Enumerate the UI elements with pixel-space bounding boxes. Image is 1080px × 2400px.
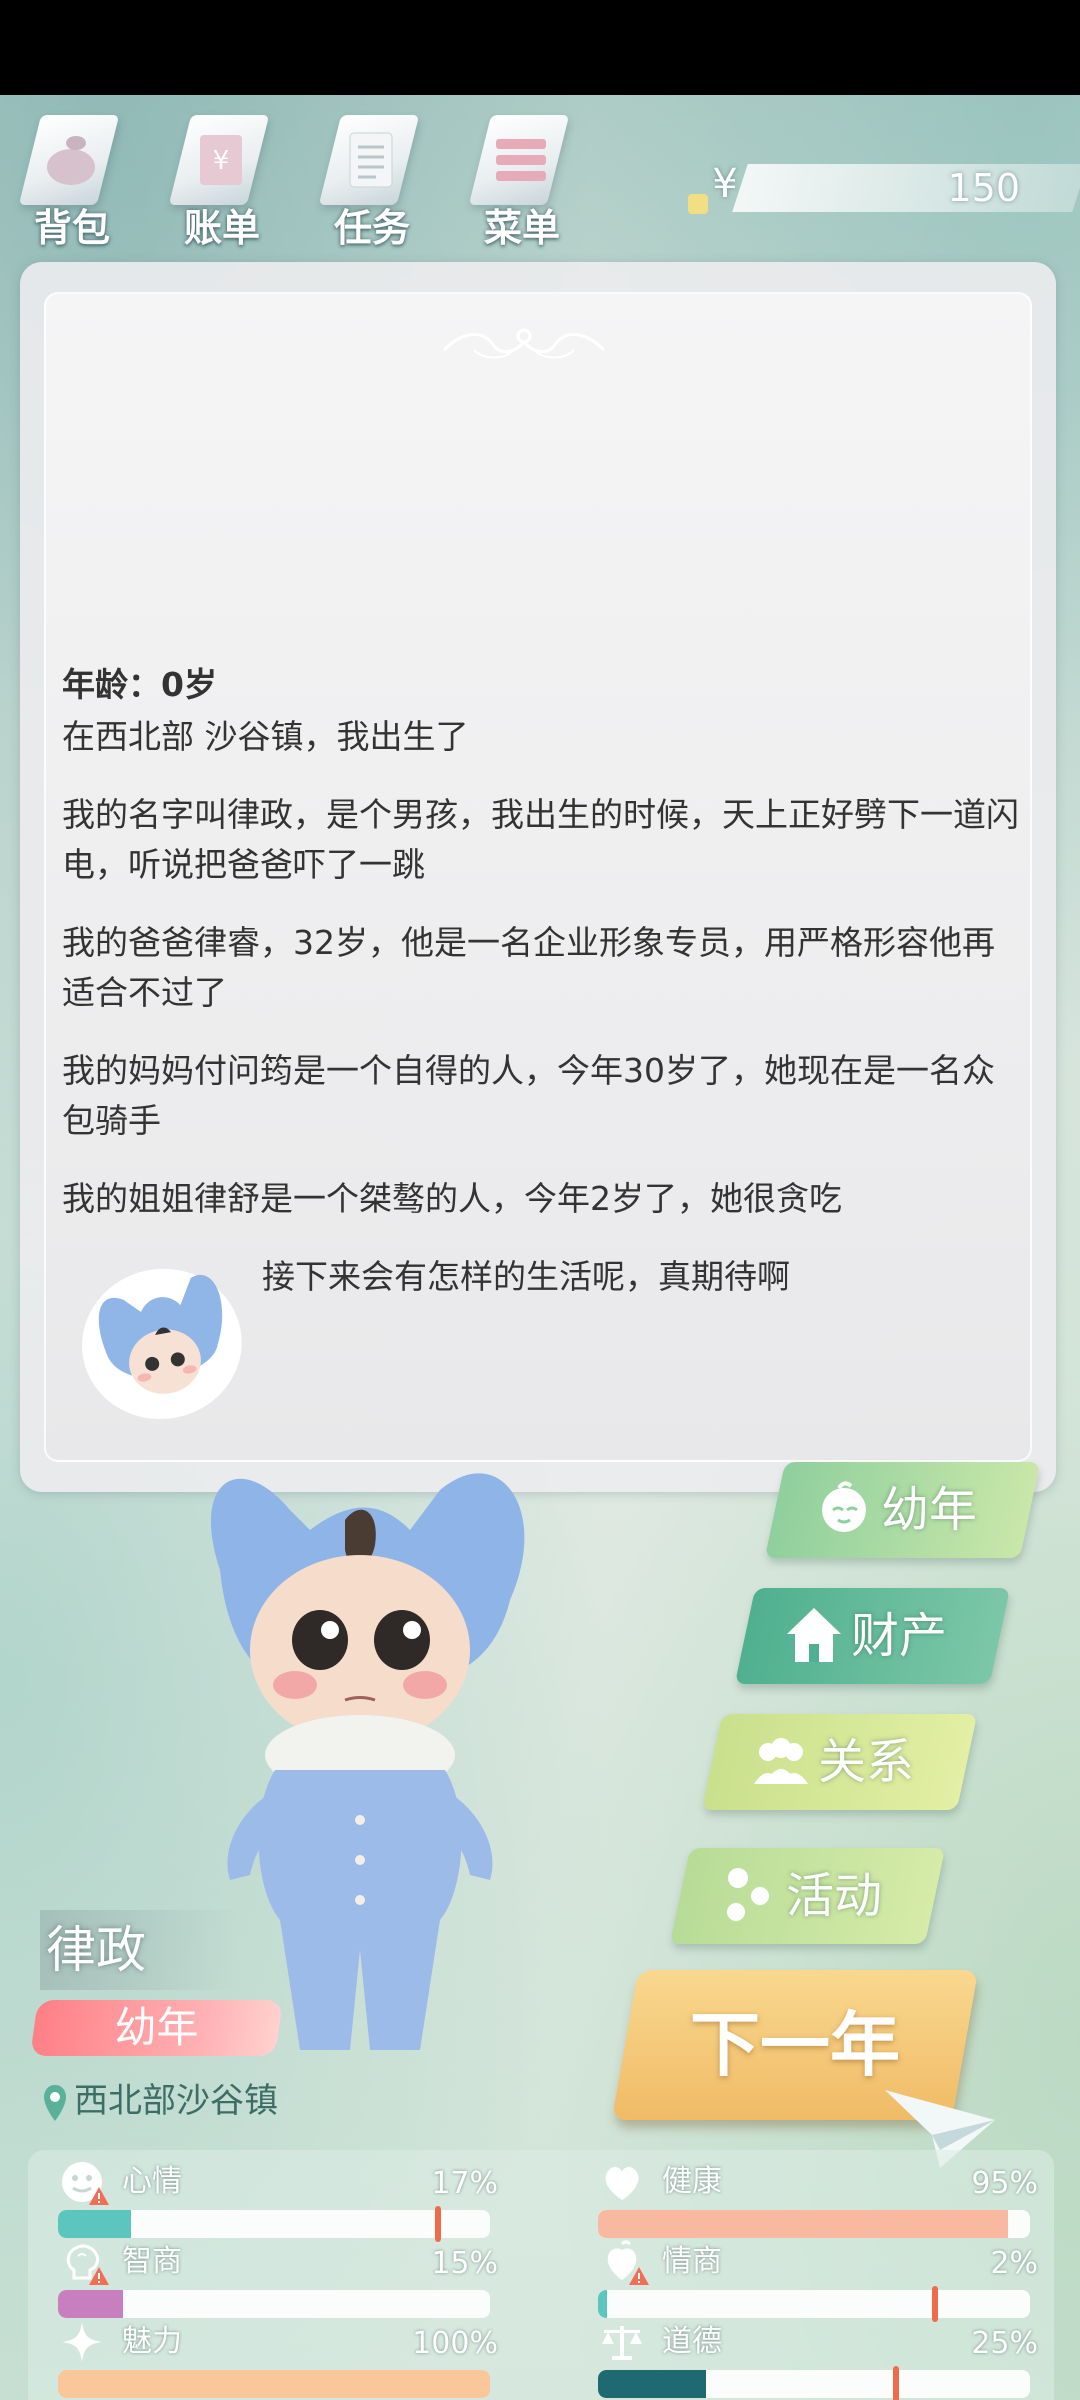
- warning-icon: [629, 2267, 649, 2285]
- money-display: ¥ 150: [688, 160, 1080, 216]
- money-bar: [732, 164, 1080, 212]
- stat-value: 17%: [431, 2166, 498, 2201]
- story-paragraph: 在西北部 沙谷镇，我出生了: [62, 717, 469, 756]
- property-button[interactable]: 财产: [734, 1588, 1011, 1684]
- stat-bar: [58, 2370, 490, 2398]
- stat-value: 2%: [990, 2246, 1038, 2281]
- location-pin-icon: [44, 2084, 66, 2121]
- heart-icon: [605, 2167, 639, 2200]
- menu-task-label: 任务: [334, 206, 411, 250]
- activity-icon: [727, 1868, 769, 1921]
- closing-text: 接下来会有怎样的生活呢，真期待啊: [262, 1257, 790, 1296]
- activity-button-label: 活动: [786, 1868, 883, 1924]
- menu-bag-label: 背包: [34, 206, 111, 250]
- activity-button[interactable]: 活动: [669, 1848, 946, 1944]
- stat-mood: 心情 17%: [58, 2158, 498, 2242]
- game-scene: 背包 ¥ 账单 任务 菜单 ¥ 150 年龄：0岁 在西北部 沙谷镇，我出生了 …: [0, 0, 1080, 2400]
- stat-bar-fill: [58, 2370, 490, 2398]
- stat-bar: [598, 2370, 1030, 2398]
- stats-panel: 心情 17% 健康 95% 智商 15% 情商 2% 魅力 100% 道德 25…: [28, 2150, 1054, 2400]
- stat-bar: [598, 2210, 1030, 2238]
- stat-label: 魅力: [122, 2324, 182, 2359]
- people-icon: [754, 1738, 808, 1784]
- scale-icon: [602, 2326, 642, 2360]
- stat-label: 智商: [122, 2244, 182, 2279]
- menu-bill-label: 账单: [184, 206, 261, 250]
- stat-bar: [58, 2290, 490, 2318]
- bag-icon: [47, 136, 95, 185]
- menu-bag-button[interactable]: 背包: [0, 105, 140, 250]
- character-name: 律政: [40, 1910, 240, 1990]
- menu-menu-label: 菜单: [484, 206, 561, 250]
- stat-bar-fill: [598, 2370, 706, 2398]
- stat-health: 健康 95%: [598, 2158, 1038, 2238]
- stat-marker: [893, 2366, 900, 2400]
- relationship-button-label: 关系: [818, 1734, 915, 1790]
- stat-morality: 道德 25%: [598, 2318, 1038, 2400]
- location: 西北部沙谷镇: [42, 2076, 278, 2126]
- stat-value: 25%: [971, 2326, 1038, 2361]
- stat-iq: 智商 15%: [58, 2238, 498, 2318]
- warning-icon: [89, 2267, 109, 2285]
- stat-label: 道德: [662, 2324, 722, 2359]
- stat-charm: 魅力 100%: [58, 2318, 498, 2398]
- menu-icon: [496, 139, 546, 181]
- baby-face-icon: [822, 1481, 866, 1532]
- age-line: 年龄：0岁: [62, 665, 217, 704]
- stat-marker: [931, 2286, 938, 2322]
- stat-label: 心情: [122, 2164, 182, 2199]
- stat-value: 15%: [431, 2246, 498, 2281]
- stat-label: 情商: [662, 2244, 722, 2279]
- story-paragraph: 我的姐姐律舒是一个桀骜的人，今年2岁了，她很贪吃: [62, 1179, 842, 1218]
- avatar-sticker: [82, 1268, 242, 1420]
- relationship-button[interactable]: 关系: [701, 1714, 978, 1810]
- house-icon: [787, 1608, 841, 1662]
- money-amount: 150: [947, 166, 1020, 210]
- menu-menu-button[interactable]: 菜单: [450, 105, 590, 250]
- story-paragraph: 我的名字叫律政，是个男孩，我出生的时候，天上正好劈下一道闪电，听说把爸爸吓了一跳: [62, 795, 1019, 884]
- sparkle-icon: [62, 2322, 102, 2362]
- stat-bar-fill: [598, 2290, 607, 2318]
- stat-bar: [598, 2290, 1030, 2318]
- life-stage-label: 幼年: [114, 2003, 199, 2052]
- stat-bar-fill: [598, 2210, 1009, 2238]
- stat-label: 健康: [662, 2164, 722, 2199]
- yen-icon: ¥: [712, 161, 738, 207]
- warning-icon: [89, 2187, 109, 2205]
- story-paragraph: 我的爸爸律睿，32岁，他是一名企业形象专员，用严格形容他再适合不过了: [62, 923, 995, 1012]
- stage-button-label: 幼年: [881, 1482, 978, 1538]
- ornament-icon: [442, 328, 606, 359]
- stat-value: 95%: [971, 2166, 1038, 2201]
- location-label: 西北部沙谷镇: [74, 2081, 278, 2121]
- task-icon: [349, 132, 393, 188]
- top-menu: 背包 ¥ 账单 任务 菜单: [0, 105, 640, 250]
- story-paragraph: 我的妈妈付问筠是一个自得的人，今年30岁了，她现在是一名众包骑手: [62, 1051, 995, 1140]
- stat-eq: 情商 2%: [598, 2238, 1038, 2322]
- svg-text:¥: ¥: [213, 146, 230, 176]
- stat-marker: [435, 2206, 442, 2242]
- menu-bill-button[interactable]: ¥ 账单: [150, 105, 290, 250]
- stat-value: 100%: [412, 2326, 498, 2361]
- stage-button-childhood[interactable]: 幼年: [764, 1462, 1041, 1558]
- story-text: 年龄：0岁 在西北部 沙谷镇，我出生了 我的名字叫律政，是个男孩，我出生的时候，…: [62, 658, 1022, 1252]
- stat-bar-fill: [58, 2210, 132, 2238]
- stat-bar-fill: [58, 2290, 123, 2318]
- bill-icon: ¥: [200, 135, 242, 185]
- property-button-label: 财产: [851, 1608, 948, 1664]
- menu-task-button[interactable]: 任务: [300, 105, 440, 250]
- stat-bar: [58, 2210, 490, 2238]
